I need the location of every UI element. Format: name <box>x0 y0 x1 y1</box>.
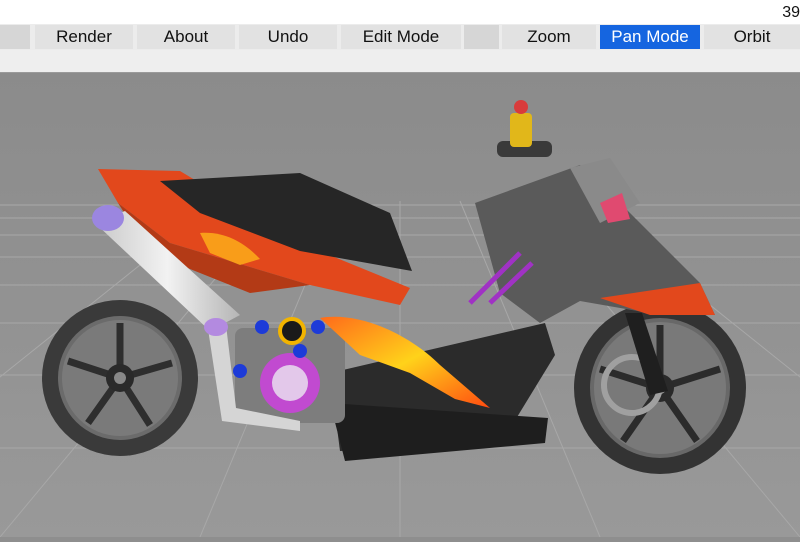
render-button[interactable]: Render <box>35 25 133 49</box>
viewport-canvas[interactable] <box>0 73 800 538</box>
zoom-button[interactable]: Zoom <box>502 25 596 49</box>
pan-mode-button[interactable]: Pan Mode <box>600 25 700 49</box>
orbit-button[interactable]: Orbit <box>704 25 800 49</box>
toolbar-spacer <box>0 25 30 49</box>
undo-button[interactable]: Undo <box>239 25 337 49</box>
status-bar: 39 <box>0 0 800 24</box>
toolbar-spacer <box>464 25 499 49</box>
about-button[interactable]: About <box>137 25 235 49</box>
toolbar: Render About Undo Edit Mode Zoom Pan Mod… <box>0 24 800 50</box>
exhaust-tip <box>92 205 124 231</box>
edit-mode-button[interactable]: Edit Mode <box>341 25 461 49</box>
rear-wheel <box>42 300 198 456</box>
3d-viewport[interactable] <box>0 73 800 538</box>
throttle-body <box>278 317 306 345</box>
fps-counter: 39 <box>782 4 800 21</box>
toolbar-strip <box>0 50 800 73</box>
brake-reservoir <box>510 113 532 147</box>
